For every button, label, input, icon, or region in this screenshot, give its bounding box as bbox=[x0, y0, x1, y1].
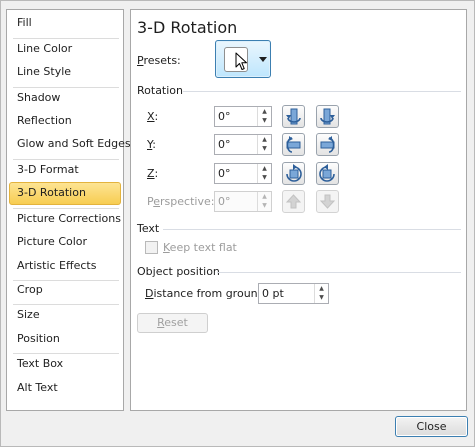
distance-from-ground-label: Distance from ground: bbox=[145, 287, 269, 300]
perspective-increase-button[interactable] bbox=[282, 190, 305, 213]
z-rotation-spinner[interactable]: 0° ▲ ▼ bbox=[214, 163, 272, 184]
close-button[interactable]: Close bbox=[395, 416, 468, 437]
reset-button[interactable]: Reset bbox=[137, 313, 208, 333]
sidebar-item-line-style[interactable]: Line Style bbox=[9, 61, 121, 84]
spin-up-icon[interactable]: ▲ bbox=[258, 135, 271, 144]
rotate-x-left-icon bbox=[286, 108, 301, 125]
rotation-divider bbox=[183, 91, 461, 92]
spinner-arrows: ▲ ▼ bbox=[257, 192, 271, 211]
perspective-decrease-button[interactable] bbox=[316, 190, 339, 213]
perspective-value[interactable]: 0° bbox=[218, 195, 231, 208]
y-rotate-up-button[interactable] bbox=[282, 133, 305, 156]
sidebar-item-picture-corrections[interactable]: Picture Corrections bbox=[9, 208, 121, 231]
spin-down-icon[interactable]: ▼ bbox=[258, 173, 271, 182]
spin-up-icon[interactable]: ▲ bbox=[258, 192, 271, 201]
object-position-divider bbox=[217, 272, 461, 273]
arrow-up-icon bbox=[285, 194, 302, 209]
sidebar-item-crop[interactable]: Crop bbox=[9, 279, 121, 302]
spin-down-icon[interactable]: ▼ bbox=[258, 116, 271, 125]
sidebar-item-3d-rotation[interactable]: 3-D Rotation bbox=[9, 182, 121, 205]
spinner-arrows: ▲ ▼ bbox=[257, 135, 271, 154]
spin-down-icon[interactable]: ▼ bbox=[315, 293, 328, 302]
panel-title: 3-D Rotation bbox=[137, 18, 238, 37]
y-rotation-value[interactable]: 0° bbox=[218, 138, 231, 151]
sidebar-item-fill[interactable]: Fill bbox=[9, 12, 121, 35]
z-rotation-label: Z: bbox=[147, 167, 159, 180]
spin-up-icon[interactable]: ▲ bbox=[258, 107, 271, 116]
object-position-heading: Object position bbox=[137, 265, 220, 278]
sidebar-item-3d-format[interactable]: 3-D Format bbox=[9, 159, 121, 182]
rotation-heading: Rotation bbox=[137, 84, 184, 97]
x-rotation-spinner[interactable]: 0° ▲ ▼ bbox=[214, 106, 272, 127]
sidebar-item-line-color[interactable]: Line Color bbox=[9, 38, 121, 61]
rotate-x-right-icon bbox=[320, 108, 335, 125]
x-rotation-value[interactable]: 0° bbox=[218, 110, 231, 123]
chevron-down-icon bbox=[259, 57, 267, 62]
spin-up-icon[interactable]: ▲ bbox=[315, 284, 328, 293]
y-rotation-spinner[interactable]: 0° ▲ ▼ bbox=[214, 134, 272, 155]
category-sidebar: Fill Line Color Line Style Shadow Reflec… bbox=[6, 9, 131, 411]
spinner-arrows: ▲ ▼ bbox=[257, 107, 271, 126]
rotate-counterclockwise-icon bbox=[286, 164, 302, 182]
x-rotation-label: X: bbox=[147, 110, 159, 123]
x-rotate-left-button[interactable] bbox=[282, 105, 305, 128]
z-rotate-counterclockwise-button[interactable] bbox=[282, 162, 305, 185]
settings-panel: 3-D Rotation Presets: Rotation X: 0° ▲ ▼ bbox=[130, 9, 467, 411]
rotate-y-up-icon bbox=[286, 136, 301, 153]
keep-text-flat-label: Keep text flat bbox=[163, 241, 237, 254]
sidebar-item-shadow[interactable]: Shadow bbox=[9, 87, 121, 110]
presets-label: Presets: bbox=[137, 54, 181, 67]
z-rotate-clockwise-button[interactable] bbox=[316, 162, 339, 185]
sidebar-item-alt-text[interactable]: Alt Text bbox=[9, 377, 121, 400]
spin-down-icon[interactable]: ▼ bbox=[258, 144, 271, 153]
y-rotate-down-button[interactable] bbox=[316, 133, 339, 156]
distance-from-ground-value[interactable]: 0 pt bbox=[262, 287, 284, 300]
text-divider bbox=[163, 229, 461, 230]
presets-dropdown-button[interactable] bbox=[215, 40, 271, 78]
distance-from-ground-spinner[interactable]: 0 pt ▲ ▼ bbox=[258, 283, 329, 304]
text-heading: Text bbox=[137, 222, 160, 235]
rotate-y-down-icon bbox=[320, 136, 335, 153]
sidebar-item-size[interactable]: Size bbox=[9, 304, 121, 327]
sidebar-item-text-box[interactable]: Text Box bbox=[9, 353, 121, 376]
z-rotation-value[interactable]: 0° bbox=[218, 167, 231, 180]
mouse-cursor-icon bbox=[235, 52, 247, 70]
keep-text-flat-checkbox[interactable] bbox=[145, 241, 158, 254]
spinner-arrows: ▲ ▼ bbox=[314, 284, 328, 303]
spin-down-icon[interactable]: ▼ bbox=[258, 201, 271, 210]
spin-up-icon[interactable]: ▲ bbox=[258, 164, 271, 173]
arrow-down-icon bbox=[319, 194, 336, 209]
perspective-label: Perspective: bbox=[147, 195, 215, 208]
format-picture-dialog: Fill Line Color Line Style Shadow Reflec… bbox=[0, 0, 475, 447]
sidebar-item-picture-color[interactable]: Picture Color bbox=[9, 231, 121, 254]
spinner-arrows: ▲ ▼ bbox=[257, 164, 271, 183]
rotate-clockwise-icon bbox=[319, 164, 335, 182]
x-rotate-right-button[interactable] bbox=[316, 105, 339, 128]
sidebar-item-artistic-effects[interactable]: Artistic Effects bbox=[9, 255, 121, 278]
perspective-spinner[interactable]: 0° ▲ ▼ bbox=[214, 191, 272, 212]
sidebar-item-position[interactable]: Position bbox=[9, 328, 121, 351]
sidebar-item-glow-soft-edges[interactable]: Glow and Soft Edges bbox=[9, 133, 131, 156]
sidebar-item-reflection[interactable]: Reflection bbox=[9, 110, 121, 133]
y-rotation-label: Y: bbox=[147, 138, 156, 151]
